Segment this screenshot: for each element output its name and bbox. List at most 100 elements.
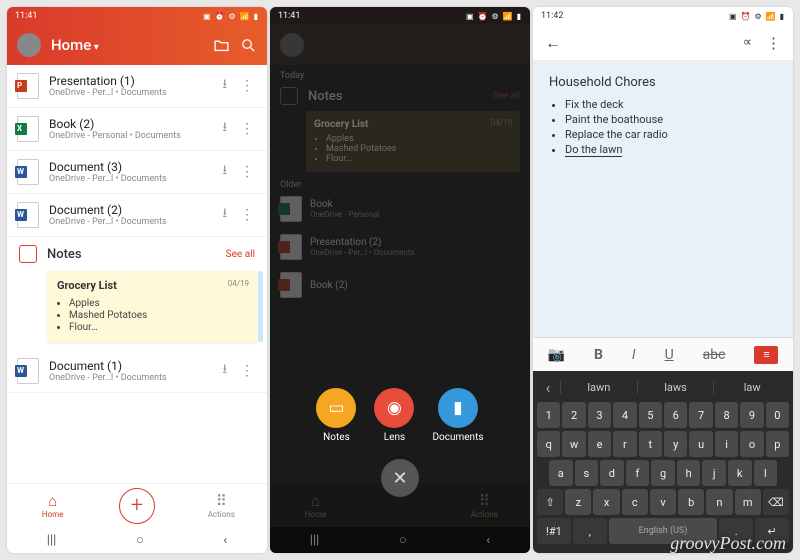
key[interactable]: k — [728, 460, 752, 486]
note-body[interactable]: Fix the deckPaint the boathouseReplace t… — [565, 98, 777, 156]
key[interactable]: 7 — [689, 402, 712, 428]
key[interactable]: e — [588, 431, 611, 457]
note-editor[interactable]: Household Chores Fix the deckPaint the b… — [533, 61, 793, 337]
key[interactable]: y — [664, 431, 687, 457]
note-title[interactable]: Household Chores — [549, 75, 777, 90]
key[interactable]: , — [573, 518, 607, 544]
key[interactable]: t — [639, 431, 662, 457]
camera-icon[interactable]: 📷 — [548, 347, 565, 363]
key[interactable]: 3 — [588, 402, 611, 428]
fab-close[interactable]: ✕ — [381, 459, 419, 497]
more-icon[interactable]: ⋮ — [237, 121, 257, 137]
back-button[interactable]: ‹ — [486, 533, 490, 548]
key[interactable]: 8 — [715, 402, 738, 428]
header-title[interactable]: Home — [51, 36, 203, 54]
more-icon[interactable]: ⋮ — [766, 34, 781, 52]
key[interactable]: p — [766, 431, 789, 457]
suggestion[interactable]: law — [713, 381, 790, 394]
key[interactable]: x — [593, 489, 619, 515]
key[interactable]: !#1 — [537, 518, 571, 544]
cloud-download-icon[interactable]: ⭳ — [222, 161, 227, 183]
home-button[interactable]: ○ — [399, 532, 407, 548]
more-icon[interactable]: ⋮ — [237, 78, 257, 94]
key[interactable]: w — [562, 431, 585, 457]
tab-home[interactable]: ⌂Home — [28, 492, 78, 519]
key[interactable]: z — [565, 489, 591, 515]
key[interactable]: 0 — [766, 402, 789, 428]
cloud-download-icon[interactable]: ⭳ — [222, 118, 227, 140]
fab-documents[interactable]: ▮Documents — [432, 388, 483, 443]
key[interactable]: ⇧ — [537, 489, 563, 515]
notes-section-header: Notes See all — [7, 237, 267, 267]
home-button[interactable]: ○ — [136, 532, 144, 548]
key[interactable]: 4 — [613, 402, 636, 428]
key[interactable]: b — [678, 489, 704, 515]
key[interactable]: 5 — [639, 402, 662, 428]
key[interactable]: r — [613, 431, 636, 457]
cloud-download-icon[interactable]: ⭳ — [222, 360, 227, 382]
key[interactable]: n — [706, 489, 732, 515]
key[interactable]: g — [651, 460, 675, 486]
key[interactable]: q — [537, 431, 560, 457]
key[interactable]: c — [622, 489, 648, 515]
key[interactable]: u — [689, 431, 712, 457]
fab-new[interactable]: + — [119, 488, 155, 524]
bold-button[interactable]: B — [594, 347, 603, 363]
cloud-download-icon[interactable]: ⭳ — [222, 75, 227, 97]
key[interactable]: i — [715, 431, 738, 457]
key[interactable]: 9 — [740, 402, 763, 428]
key[interactable]: j — [702, 460, 726, 486]
word-icon: W — [17, 358, 39, 384]
key[interactable]: 6 — [664, 402, 687, 428]
cloud-download-icon[interactable]: ⭳ — [222, 204, 227, 226]
suggestion[interactable]: laws — [637, 381, 714, 394]
status-bar: 11:41 ▣ ⏰ ⚙ 📶 ▮ — [270, 7, 530, 25]
bullet-list-button[interactable]: ≡ — [754, 346, 778, 364]
underline-button[interactable]: U — [665, 347, 674, 363]
strike-button[interactable]: abc — [703, 347, 726, 363]
recents-button[interactable]: ||| — [47, 533, 57, 548]
key[interactable]: . — [719, 518, 753, 544]
key[interactable]: ⌫ — [763, 489, 789, 515]
file-row[interactable]: W Document (1)OneDrive - Per…l • Documen… — [7, 350, 267, 393]
key[interactable]: m — [735, 489, 761, 515]
avatar[interactable] — [17, 33, 41, 57]
key[interactable]: 2 — [562, 402, 585, 428]
file-row[interactable]: X Book (2)OneDrive - Personal • Document… — [7, 108, 267, 151]
fab-notes[interactable]: ▭Notes — [316, 388, 356, 443]
tab-actions[interactable]: ⠿Actions — [196, 492, 246, 519]
key[interactable]: a — [549, 460, 573, 486]
back-icon[interactable]: ← — [545, 33, 561, 53]
recents-button[interactable]: ||| — [310, 533, 320, 548]
key[interactable]: f — [626, 460, 650, 486]
see-all-link[interactable]: See all — [226, 249, 255, 260]
status-icons: ▣ ⏰ ⚙ 📶 ▮ — [466, 12, 522, 21]
key[interactable]: h — [677, 460, 701, 486]
search-icon[interactable] — [240, 37, 257, 54]
file-location: OneDrive - Per…l • Documents — [49, 174, 212, 184]
key[interactable]: ↵ — [755, 518, 789, 544]
more-icon[interactable]: ⋮ — [237, 207, 257, 223]
key[interactable]: 1 — [537, 402, 560, 428]
file-row[interactable]: W Document (3)OneDrive - Per…l • Documen… — [7, 151, 267, 194]
folder-icon[interactable] — [213, 37, 230, 54]
key[interactable]: l — [754, 460, 778, 486]
key[interactable]: d — [600, 460, 624, 486]
key[interactable]: English (US) — [609, 518, 717, 544]
key-row: !#1,English (US).↵ — [537, 518, 789, 544]
expand-icon[interactable]: ‹ — [536, 378, 560, 397]
suggestion[interactable]: lawn — [560, 381, 637, 394]
back-button[interactable]: ‹ — [223, 533, 227, 548]
key[interactable]: s — [575, 460, 599, 486]
more-icon[interactable]: ⋮ — [237, 164, 257, 180]
key[interactable]: o — [740, 431, 763, 457]
file-row[interactable]: P Presentation (1)OneDrive - Per…l • Doc… — [7, 65, 267, 108]
more-icon[interactable]: ⋮ — [237, 363, 257, 379]
notes-icon: ▭ — [316, 388, 356, 428]
file-row[interactable]: W Document (2)OneDrive - Per…l • Documen… — [7, 194, 267, 237]
share-icon[interactable]: ∝ — [743, 35, 752, 50]
italic-button[interactable]: I — [632, 347, 636, 363]
note-card[interactable]: Grocery List 04/19 ApplesMashed Potatoes… — [47, 271, 257, 342]
fab-lens[interactable]: ◉Lens — [374, 388, 414, 443]
key[interactable]: v — [650, 489, 676, 515]
